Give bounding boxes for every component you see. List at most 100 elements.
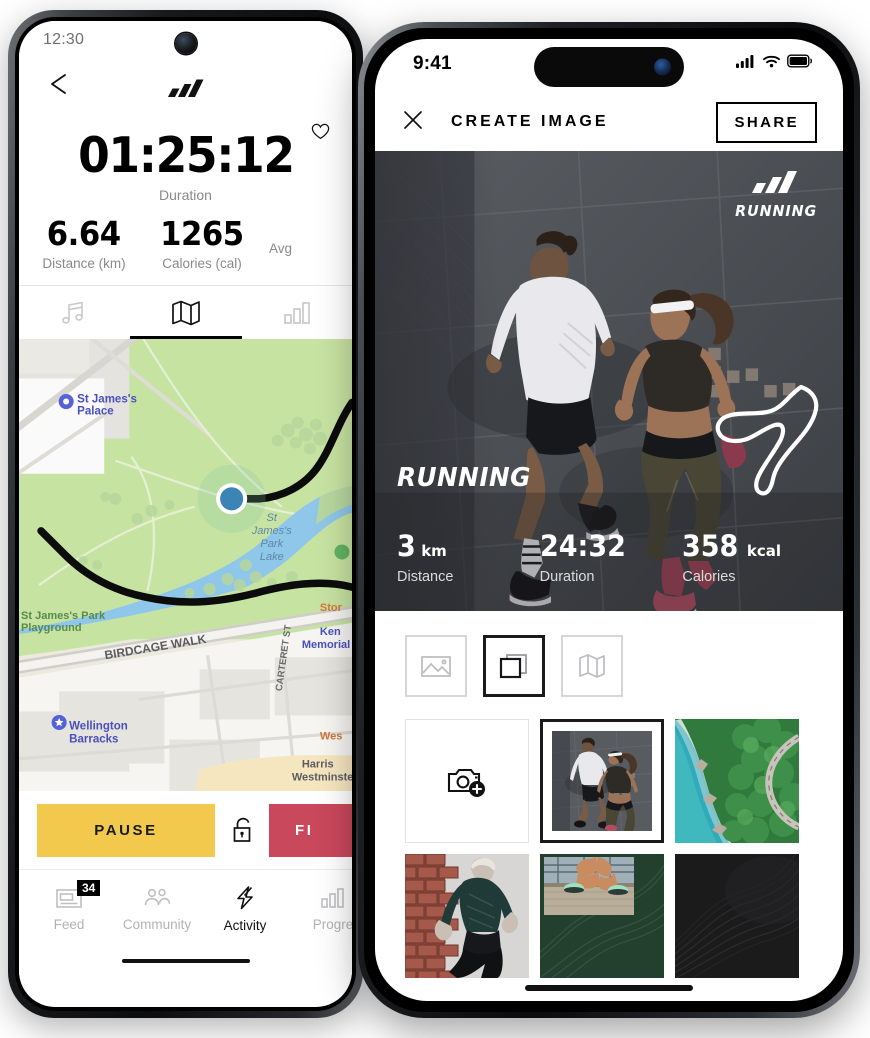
map-label-westminster: Wes	[320, 731, 342, 743]
hero-stat-duration: 24:32 Duration	[539, 529, 683, 586]
hero-distance-value: 3	[397, 529, 416, 563]
sidebar-item-progress[interactable]: Progre	[289, 870, 352, 947]
thumbnail-coastal-road[interactable]	[675, 719, 799, 843]
add-photo-button[interactable]	[405, 719, 529, 843]
thumbnail-image	[405, 854, 529, 978]
svg-text:Park: Park	[260, 538, 283, 550]
wifi-icon	[763, 55, 780, 68]
sidebar-item-label: Feed	[53, 916, 85, 932]
sidebar-item-label: Activity	[223, 917, 267, 933]
sidebar-item-activity[interactable]: Activity	[201, 870, 289, 947]
hero-calories-label: Calories	[682, 569, 736, 585]
front-camera-icon	[654, 58, 671, 76]
svg-text:Memorial: Memorial	[302, 639, 350, 651]
calories-label: Calories (cal)	[162, 256, 242, 271]
iphone-frame: 9:41 CREATE IMAGE SHARE RUNNING RUNNING …	[358, 22, 860, 1018]
sidebar-item-community[interactable]: Community	[113, 870, 201, 947]
android-view-tabs	[19, 285, 352, 339]
hero-calories-value: 358	[682, 529, 739, 563]
stacked-frames-icon	[499, 654, 527, 679]
android-action-bar: PAUSE FI	[19, 791, 352, 869]
thumbnail-image	[552, 731, 652, 831]
hero-badge-label: RUNNING	[734, 202, 817, 220]
template-frames-option[interactable]	[483, 635, 545, 697]
home-bar	[121, 959, 250, 963]
image-icon	[421, 656, 451, 677]
android-bezel: 12:30 01:25:12 Duration 6.64 Distance (k…	[15, 17, 356, 1011]
ios-status-icons	[736, 54, 813, 68]
thumbnail-dark-template[interactable]	[675, 854, 799, 978]
map-label-playground: St James's Park	[21, 610, 106, 622]
android-phone-frame: 12:30 01:25:12 Duration 6.64 Distance (k…	[8, 10, 363, 1018]
back-arrow-icon[interactable]	[45, 71, 75, 102]
template-selector	[375, 611, 843, 697]
thumbnail-runner-brick-wall[interactable]	[405, 854, 529, 978]
duration-label: Duration	[159, 187, 212, 203]
map-icon	[579, 654, 605, 678]
sidebar-item-label: Community	[122, 916, 192, 932]
dynamic-island	[534, 47, 684, 87]
distance-value: 6.64	[47, 214, 121, 253]
pause-button[interactable]: PAUSE	[37, 803, 215, 857]
cellular-signal-icon	[736, 55, 754, 68]
ios-home-indicator	[525, 985, 693, 991]
template-map-option[interactable]	[561, 635, 623, 697]
adidas-running-badge: RUNNING	[733, 169, 819, 220]
hero-duration-value: 24:32	[539, 529, 626, 563]
template-photo-option[interactable]	[405, 635, 467, 697]
close-icon[interactable]	[401, 108, 425, 137]
android-summary-stats: 01:25:12 Duration 6.64 Distance (km) 126…	[19, 131, 352, 285]
iphone-screen: 9:41 CREATE IMAGE SHARE RUNNING RUNNING …	[375, 39, 843, 1001]
svg-text:Playground: Playground	[21, 622, 82, 634]
distance-label: Distance (km)	[42, 256, 126, 271]
svg-text:James's: James's	[251, 525, 293, 537]
adidas-logo-icon	[166, 73, 206, 104]
thumbnail-image	[675, 719, 799, 843]
thumbnail-image	[540, 854, 664, 978]
hero-stats: 3 km Distance 24:32 Duration 358 kcal Calo…	[397, 529, 825, 586]
distance-stat: 6.64 Distance (km)	[25, 217, 143, 271]
tab-stats[interactable]	[241, 286, 352, 339]
hero-distance-label: Distance	[397, 569, 454, 585]
thumbnail-green-template[interactable]	[540, 854, 664, 978]
map-label-wellington-barracks: Wellington	[69, 720, 128, 732]
iphone-bezel: 9:41 CREATE IMAGE SHARE RUNNING RUNNING …	[364, 28, 854, 1012]
front-camera-icon	[175, 33, 196, 54]
create-image-header: CREATE IMAGE SHARE	[375, 93, 843, 151]
lock-toggle-icon[interactable]	[215, 816, 269, 844]
tab-music[interactable]	[19, 286, 130, 339]
avg-pace-stat: Avg	[261, 217, 352, 271]
map-label-lake: St	[267, 512, 278, 524]
sidebar-item-feed[interactable]: 34 Feed	[25, 870, 113, 947]
hero-stat-calories: 358 kcal Calories	[682, 529, 825, 586]
hero-stat-distance: 3 km Distance	[397, 529, 540, 586]
finish-button[interactable]: FI	[269, 803, 352, 857]
feed-badge-count: 34	[77, 880, 101, 896]
ios-status-time: 9:41	[413, 53, 452, 74]
stat-row: 6.64 Distance (km) 1265 Calories (cal) A…	[19, 217, 352, 271]
duration-stat: 01:25:12 Duration	[19, 131, 352, 203]
android-app-topbar	[19, 65, 352, 140]
page-title: CREATE IMAGE	[451, 113, 609, 130]
route-map[interactable]: St James's Palace St James's Park Lake S…	[19, 339, 352, 791]
svg-text:Palace: Palace	[77, 406, 114, 418]
calories-value: 1265	[160, 214, 244, 253]
duration-value: 01:25:12	[77, 127, 295, 184]
svg-text:Lake: Lake	[260, 551, 284, 563]
hero-sport-label: RUNNING	[397, 463, 531, 493]
thumbnail-runners-selected[interactable]	[540, 719, 664, 843]
android-home-indicator	[19, 947, 352, 975]
map-label-st-james-palace: St James's	[77, 394, 137, 406]
map-label-harris-school: Harris	[302, 759, 334, 771]
hero-duration-label: Duration	[539, 569, 595, 585]
android-bottom-nav: 34 Feed Community Activity Progre	[19, 869, 352, 947]
share-button[interactable]: SHARE	[716, 101, 817, 143]
hero-calories-unit: kcal	[746, 542, 782, 560]
photo-picker-grid	[375, 697, 843, 978]
svg-text:Barracks: Barracks	[69, 734, 118, 746]
hero-preview-canvas[interactable]: RUNNING RUNNING 3 km Distance 24:32 Dura…	[375, 151, 843, 611]
map-label-storeys: Stor	[320, 602, 343, 614]
android-status-bar: 12:30	[19, 21, 352, 65]
tab-map[interactable]	[130, 286, 241, 339]
hero-distance-unit: km	[421, 542, 447, 560]
